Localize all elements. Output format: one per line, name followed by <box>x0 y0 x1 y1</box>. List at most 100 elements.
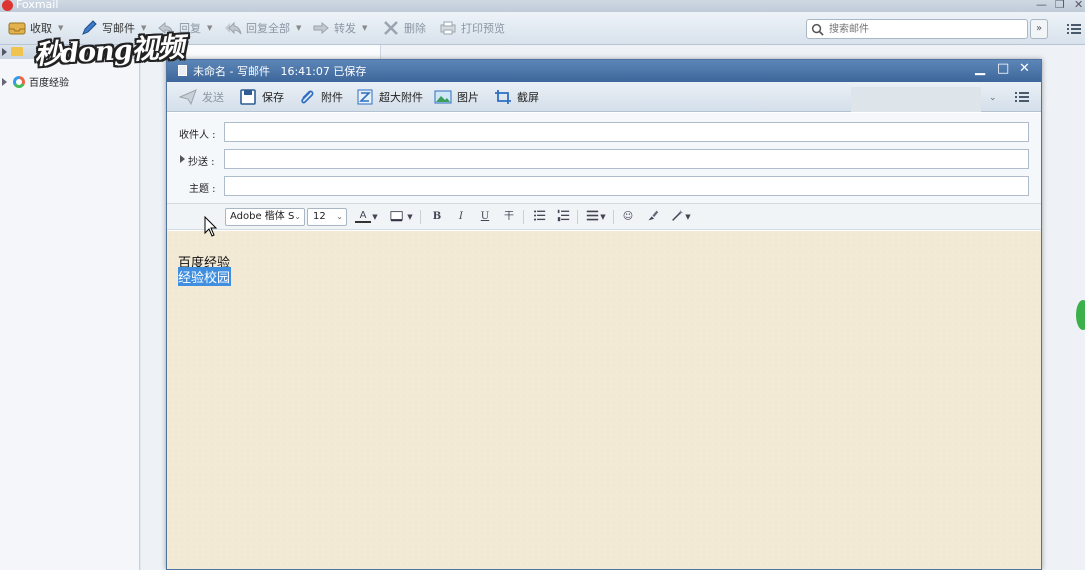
format-painter-button[interactable] <box>644 209 660 225</box>
subject-label: 主题 : <box>189 184 216 195</box>
forward-icon <box>313 21 329 35</box>
format-toolbar: Adobe 楷体 S ⌄ 12 ⌄ A ▼ ▼ B I U 干 ▼ ☺ ▼ <box>167 203 1041 230</box>
delete-label: 删除 <box>404 22 426 35</box>
expand-arrow-icon[interactable] <box>2 77 7 86</box>
saved-status: 已保存 <box>333 65 367 78</box>
chevron-down-icon[interactable]: ▼ <box>371 209 379 225</box>
italic-button[interactable]: I <box>453 209 469 225</box>
underline-button[interactable]: U <box>477 209 493 225</box>
minimize-icon[interactable]: ▁ <box>975 61 985 76</box>
chevron-down-icon: ⌄ <box>336 212 343 221</box>
sidebar-item-account[interactable]: 百度经验 <box>2 74 69 89</box>
foxmail-logo-icon <box>2 0 13 11</box>
attach-button[interactable]: 附件 <box>298 88 343 106</box>
search-input[interactable] <box>829 21 1019 37</box>
expand-arrow-icon[interactable] <box>2 48 7 56</box>
maximize-icon[interactable]: □ <box>997 61 1009 76</box>
selected-body-text: 经验校园 <box>178 267 232 286</box>
forward-button[interactable]: 转发 ▼ <box>312 19 367 37</box>
subject-field[interactable] <box>224 176 1029 196</box>
bullet-list-button[interactable] <box>531 209 547 225</box>
cc-field[interactable] <box>224 149 1029 169</box>
emoji-button[interactable]: ☺ <box>620 209 636 225</box>
strikethrough-button[interactable]: 干 <box>501 209 517 225</box>
compose-title-bar[interactable]: 未命名 - 写邮件 16:41:07 已保存 ▁ □ ✕ <box>167 60 1041 82</box>
numbered-list-button[interactable] <box>555 209 571 225</box>
compose-title-text: 未命名 - 写邮件 <box>193 65 270 78</box>
delete-icon <box>384 21 398 35</box>
brush-icon <box>647 210 658 221</box>
to-label: 收件人 : <box>179 130 216 141</box>
font-family-value: Adobe 楷体 S <box>230 211 295 222</box>
mouse-cursor-icon <box>204 216 218 237</box>
reply-all-button[interactable]: 回复全部 ▼ <box>224 19 301 37</box>
restore-icon[interactable]: ❐ <box>1055 0 1065 11</box>
font-color-button[interactable]: A <box>355 209 371 223</box>
print-preview-label: 打印预览 <box>461 22 505 35</box>
separator <box>420 210 421 224</box>
expand-cc-icon[interactable] <box>180 155 185 163</box>
highlight-icon <box>390 211 403 222</box>
magic-wand-button[interactable] <box>669 209 685 225</box>
big-attach-label: 超大附件 <box>379 91 423 104</box>
highlight-color-button[interactable] <box>389 209 405 225</box>
paperclip-icon <box>301 90 314 104</box>
screenshot-button[interactable]: 截屏 <box>494 88 539 106</box>
numbered-list-icon <box>557 209 569 222</box>
save-label: 保存 <box>262 91 284 104</box>
compose-window: 未命名 - 写邮件 16:41:07 已保存 ▁ □ ✕ 发送 保存 附件 超大… <box>166 59 1042 570</box>
image-label: 图片 <box>457 91 479 104</box>
compose-title: 未命名 - 写邮件 16:41:07 已保存 <box>193 63 366 79</box>
save-icon <box>240 89 256 105</box>
app-title-bar: Foxmail — ❐ ✕ <box>0 0 1085 12</box>
chevron-down-icon[interactable]: ▼ <box>684 209 692 225</box>
bold-button[interactable]: B <box>429 209 445 225</box>
separator <box>577 210 578 224</box>
attach-label: 附件 <box>321 91 343 104</box>
minimize-icon[interactable]: — <box>1036 0 1047 11</box>
chevron-down-icon[interactable]: ▼ <box>406 209 414 225</box>
font-size-value: 12 <box>313 211 326 222</box>
separator <box>613 210 614 224</box>
print-preview-button[interactable]: 打印预览 <box>439 19 505 37</box>
chevron-down-icon[interactable]: ▼ <box>362 24 367 32</box>
screenshot-label: 截屏 <box>517 91 539 104</box>
font-family-select[interactable]: Adobe 楷体 S ⌄ <box>225 208 305 226</box>
chevron-down-icon[interactable]: ▼ <box>599 209 607 225</box>
chevron-down-icon[interactable]: ▼ <box>296 24 301 32</box>
search-box[interactable] <box>806 19 1028 39</box>
delete-button[interactable]: 删除 <box>382 19 426 37</box>
app-title: Foxmail <box>16 0 59 11</box>
close-icon[interactable]: ✕ <box>1019 61 1030 76</box>
cc-label: 抄送 : <box>188 157 215 168</box>
reply-all-label: 回复全部 <box>246 22 290 35</box>
crop-icon <box>495 90 511 104</box>
align-button[interactable] <box>584 209 600 225</box>
menu-icon[interactable] <box>1066 21 1082 37</box>
search-options-button[interactable]: » <box>1030 19 1048 39</box>
send-button[interactable]: 发送 <box>179 88 224 106</box>
account-label: 百度经验 <box>29 78 69 89</box>
close-icon[interactable]: ✕ <box>1074 0 1083 11</box>
align-icon <box>586 210 598 221</box>
image-button[interactable]: 图片 <box>434 88 479 106</box>
save-button[interactable]: 保存 <box>239 88 284 106</box>
folder-icon <box>11 47 23 56</box>
large-attachment-icon <box>357 89 373 105</box>
chevron-down-icon[interactable]: ⌄ <box>989 93 997 103</box>
search-icon <box>811 23 824 36</box>
message-body-editor[interactable]: 百度经验 经验校园 <box>167 231 1041 569</box>
send-icon <box>179 89 197 105</box>
to-field[interactable] <box>224 122 1029 142</box>
side-panel-handle[interactable] <box>1076 300 1085 330</box>
sender-selector[interactable] <box>851 87 981 112</box>
chevron-down-icon: ⌄ <box>294 212 301 221</box>
bullet-list-icon <box>533 210 545 221</box>
chevron-down-icon[interactable]: ▼ <box>207 24 212 32</box>
account-icon <box>13 75 25 88</box>
big-attach-button[interactable]: 超大附件 <box>356 88 423 106</box>
menu-icon[interactable] <box>1014 90 1030 104</box>
font-size-select[interactable]: 12 ⌄ <box>307 208 347 226</box>
document-icon <box>178 65 187 76</box>
forward-label: 转发 <box>334 22 356 35</box>
